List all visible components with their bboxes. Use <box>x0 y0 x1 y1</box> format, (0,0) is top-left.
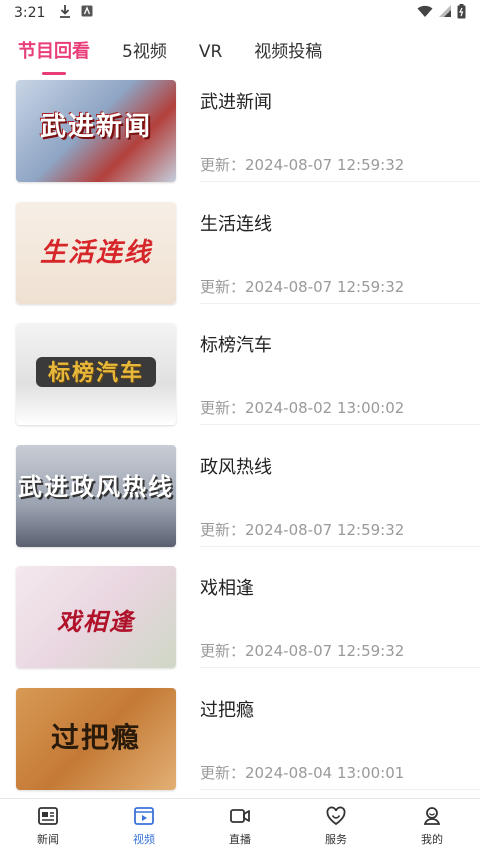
program-list: 武进新闻 武进新闻 更新：2024-08-07 12:59:32 生活连线 生活… <box>0 80 480 809</box>
program-thumbnail[interactable]: 武进政风热线 <box>16 444 176 547</box>
program-thumbnail[interactable]: 标榜汽车 <box>16 323 176 425</box>
list-item[interactable]: 武进新闻 武进新闻 更新：2024-08-07 12:59:32 <box>0 80 480 202</box>
program-info: 过把瘾 更新：2024-08-04 13:00:01 <box>200 688 480 790</box>
update-time: 更新：2024-08-02 13:00:02 <box>200 399 405 417</box>
tab-vr[interactable]: VR <box>199 32 222 72</box>
program-title[interactable]: 生活连线 <box>200 210 272 236</box>
list-item[interactable]: 过把瘾 过把瘾 更新：2024-08-04 13:00:01 <box>0 687 480 810</box>
nav-item-news[interactable]: 新闻 <box>0 799 96 852</box>
nav-label: 视频 <box>133 832 155 846</box>
program-thumbnail[interactable]: 戏相逢 <box>16 566 176 668</box>
status-time: 3:21 <box>14 5 46 21</box>
nav-item-live[interactable]: 直播 <box>192 799 288 852</box>
thumbnail-logo-text: 过把瘾 <box>50 720 141 754</box>
thumbnail-logo-text: 标榜汽车 <box>47 360 144 386</box>
update-time: 更新：2024-08-07 12:59:32 <box>200 156 405 174</box>
nav-item-video[interactable]: 视频 <box>96 799 192 852</box>
category-tabs: 节目回看 5视频 VR 视频投稿 <box>0 30 480 74</box>
list-item[interactable]: 武进政风热线 政风热线 更新：2024-08-07 12:59:32 <box>0 444 480 567</box>
program-title[interactable]: 武进新闻 <box>200 88 272 114</box>
program-info: 武进新闻 更新：2024-08-07 12:59:32 <box>200 80 480 182</box>
program-title[interactable]: 政风热线 <box>200 453 272 479</box>
tab-program-replay[interactable]: 节目回看 <box>18 32 90 72</box>
nav-item-service[interactable]: 服务 <box>288 799 384 852</box>
video-icon <box>133 805 155 827</box>
program-title[interactable]: 标榜汽车 <box>200 331 272 357</box>
live-icon <box>229 805 251 827</box>
list-item[interactable]: 标榜汽车 标榜汽车 更新：2024-08-02 13:00:02 <box>0 323 480 445</box>
program-title[interactable]: 戏相逢 <box>200 574 254 600</box>
wifi-icon <box>417 5 433 22</box>
profile-icon <box>421 805 443 827</box>
nav-label: 服务 <box>325 832 347 846</box>
nav-label: 直播 <box>229 832 251 846</box>
battery-icon <box>457 3 466 23</box>
update-time: 更新：2024-08-04 13:00:01 <box>200 763 405 782</box>
nav-label: 新闻 <box>37 832 59 846</box>
program-thumbnail[interactable]: 生活连线 <box>16 201 176 304</box>
bottom-nav: 新闻 视频 直播 服务 我的 <box>0 798 480 852</box>
thumbnail-logo-text: 武进新闻 <box>39 112 152 142</box>
program-thumbnail[interactable]: 武进新闻 <box>16 80 176 182</box>
news-icon <box>37 805 59 827</box>
thumbnail-logo-text: 戏相逢 <box>57 607 135 636</box>
service-icon <box>325 805 347 827</box>
signal-icon <box>439 5 451 21</box>
download-icon <box>59 4 71 22</box>
status-bar: 3:21 <box>0 0 480 26</box>
update-time: 更新：2024-08-07 12:59:32 <box>200 277 405 296</box>
tab-5-video[interactable]: 5视频 <box>122 32 167 72</box>
list-item[interactable]: 戏相逢 戏相逢 更新：2024-08-07 12:59:32 <box>0 566 480 688</box>
thumbnail-logo-text: 生活连线 <box>39 237 152 268</box>
program-info: 生活连线 更新：2024-08-07 12:59:32 <box>200 202 480 304</box>
nav-item-profile[interactable]: 我的 <box>384 799 480 852</box>
program-title[interactable]: 过把瘾 <box>200 696 254 722</box>
app-notification-icon <box>81 5 93 21</box>
update-time: 更新：2024-08-07 12:59:32 <box>200 520 405 539</box>
program-thumbnail[interactable]: 过把瘾 <box>16 687 176 790</box>
thumbnail-logo-text: 武进政风热线 <box>18 471 174 501</box>
list-item[interactable]: 生活连线 生活连线 更新：2024-08-07 12:59:32 <box>0 201 480 324</box>
program-info: 标榜汽车 更新：2024-08-02 13:00:02 <box>200 323 480 425</box>
program-info: 政风热线 更新：2024-08-07 12:59:32 <box>200 445 480 547</box>
update-time: 更新：2024-08-07 12:59:32 <box>200 642 405 660</box>
program-info: 戏相逢 更新：2024-08-07 12:59:32 <box>200 566 480 668</box>
tab-video-submission[interactable]: 视频投稿 <box>254 32 322 72</box>
nav-label: 我的 <box>421 832 443 846</box>
